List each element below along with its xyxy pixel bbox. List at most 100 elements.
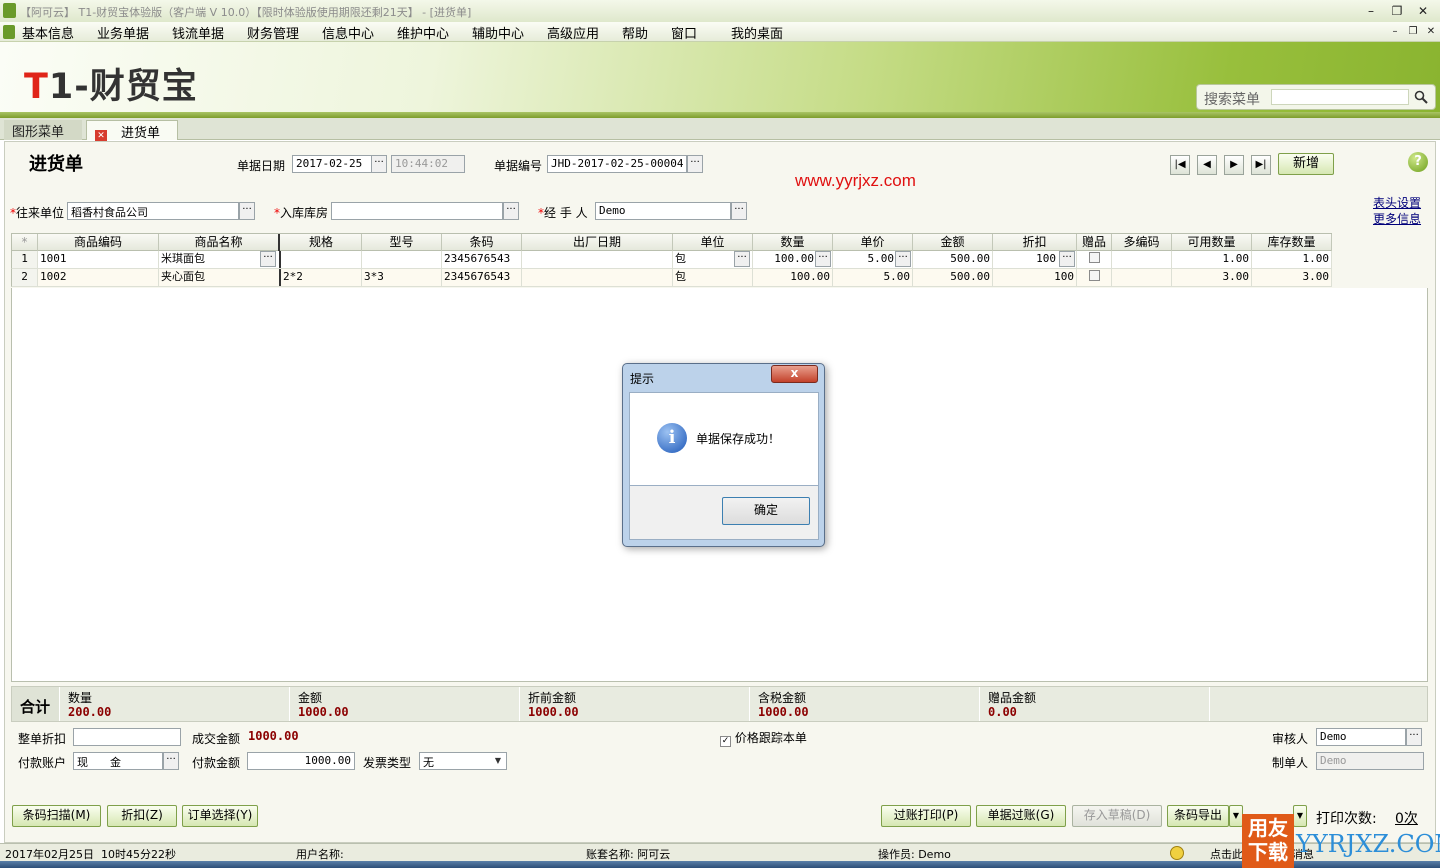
date-picker-button[interactable]: ··· <box>371 155 387 173</box>
cell-spec[interactable]: 2*2 <box>281 269 362 286</box>
date-field[interactable]: 2017-02-25 <box>292 155 372 173</box>
menu-cash-docs[interactable]: 钱流单据 <box>172 23 224 42</box>
cell-mfg-date[interactable] <box>522 251 673 268</box>
close-button[interactable]: ✕ <box>1414 3 1432 19</box>
cell-multi-code[interactable] <box>1112 251 1172 268</box>
cell-code[interactable]: 1001 <box>38 251 159 268</box>
ok-button[interactable]: 确定 <box>722 497 810 525</box>
col-header-multi-code[interactable]: 多编码 <box>1112 234 1172 252</box>
cell-model[interactable]: 3*3 <box>362 269 442 286</box>
gift-checkbox[interactable] <box>1088 270 1100 281</box>
tab-purchase[interactable]: ✕ 进货单 <box>86 120 178 142</box>
warehouse-picker-button[interactable]: ··· <box>503 202 519 220</box>
doc-no-button[interactable]: ··· <box>687 155 703 173</box>
menu-window[interactable]: 窗口 <box>671 23 697 42</box>
col-header-discount[interactable]: 折扣 <box>993 234 1077 252</box>
pay-account-field[interactable]: 现 金 <box>73 752 163 770</box>
col-header-model[interactable]: 型号 <box>362 234 442 252</box>
chevron-down-icon[interactable]: ▼ <box>490 753 506 769</box>
cell-model[interactable] <box>362 251 442 268</box>
col-header-gift[interactable]: 赠品 <box>1077 234 1112 252</box>
post-button[interactable]: 单据过账(G) <box>976 805 1066 827</box>
cell-mfg-date[interactable] <box>522 269 673 286</box>
handler-picker-button[interactable]: ··· <box>731 202 747 220</box>
col-header-price[interactable]: 单价 <box>833 234 913 252</box>
menu-business-docs[interactable]: 业务单据 <box>97 23 149 42</box>
header-settings-link[interactable]: 表头设置 <box>1373 194 1421 211</box>
cell-name-picker[interactable]: ··· <box>260 251 276 267</box>
cell-amount[interactable]: 500.00 <box>913 251 993 268</box>
reviewer-field[interactable]: Demo <box>1316 728 1406 746</box>
cell-qty-picker[interactable]: ··· <box>815 251 831 267</box>
print-dropdown[interactable]: ▼ <box>1293 805 1307 827</box>
partner-picker-button[interactable]: ··· <box>239 202 255 220</box>
handler-field[interactable]: Demo <box>595 202 731 220</box>
doc-no-field[interactable]: JHD-2017-02-25-00004 <box>547 155 687 173</box>
col-header-barcode[interactable]: 条码 <box>442 234 522 252</box>
next-record-button[interactable]: ▶ <box>1224 155 1244 175</box>
col-header-mfg-date[interactable]: 出厂日期 <box>522 234 673 252</box>
first-record-button[interactable]: |◀ <box>1170 155 1190 175</box>
cell-gift[interactable] <box>1077 251 1112 268</box>
cell-price-picker[interactable]: ··· <box>895 251 911 267</box>
mdi-minimize-button[interactable]: – <box>1386 24 1404 40</box>
price-track-checkbox[interactable]: ✓ <box>720 736 731 747</box>
help-icon[interactable]: ? <box>1408 152 1428 172</box>
barcode-scan-button[interactable]: 条码扫描(M) <box>12 805 101 827</box>
cell-barcode[interactable]: 2345676543 <box>442 251 522 268</box>
col-header-amount[interactable]: 金额 <box>913 234 993 252</box>
col-header-available[interactable]: 可用数量 <box>1172 234 1252 252</box>
warehouse-field[interactable] <box>331 202 503 220</box>
gift-checkbox[interactable] <box>1088 252 1100 263</box>
cell-discount-picker[interactable]: ··· <box>1059 251 1075 267</box>
menu-desktop[interactable]: 我的桌面 <box>731 23 783 42</box>
menu-assist[interactable]: 辅助中心 <box>472 23 524 42</box>
cell-discount[interactable]: 100 <box>993 269 1077 286</box>
table-row[interactable]: 1 1001 米琪面包 ··· 2345676543 包 ··· 100.00 … <box>11 251 1332 269</box>
cell-qty[interactable]: 100.00 <box>753 269 833 286</box>
search-icon[interactable] <box>1414 90 1428 104</box>
minimize-button[interactable]: – <box>1362 3 1380 19</box>
mdi-close-button[interactable]: ✕ <box>1422 24 1440 40</box>
menu-maintenance[interactable]: 维护中心 <box>397 23 449 42</box>
search-input[interactable] <box>1271 89 1409 105</box>
cell-gift[interactable] <box>1077 269 1112 286</box>
pay-amount-field[interactable]: 1000.00 <box>247 752 355 770</box>
menu-finance[interactable]: 财务管理 <box>247 23 299 42</box>
last-record-button[interactable]: ▶| <box>1251 155 1271 175</box>
prev-record-button[interactable]: ◀ <box>1197 155 1217 175</box>
col-header-name[interactable]: 商品名称 <box>159 234 280 252</box>
cell-multi-code[interactable] <box>1112 269 1172 286</box>
more-info-link[interactable]: 更多信息 <box>1373 210 1421 227</box>
mdi-restore-button[interactable]: ❐ <box>1404 24 1422 40</box>
cell-unit[interactable]: 包 <box>673 269 753 286</box>
menu-advanced[interactable]: 高级应用 <box>547 23 599 42</box>
cell-name[interactable]: 夹心面包 <box>159 269 281 286</box>
discount-button[interactable]: 折扣(Z) <box>107 805 177 827</box>
col-header-code[interactable]: 商品编码 <box>38 234 159 252</box>
col-header-unit[interactable]: 单位 <box>673 234 753 252</box>
cell-amount[interactable]: 500.00 <box>913 269 993 286</box>
barcode-export-button[interactable]: 条码导出 <box>1167 805 1229 827</box>
cell-code[interactable]: 1002 <box>38 269 159 286</box>
partner-field[interactable]: 稻香村食品公司 <box>67 202 239 220</box>
menu-basic-info[interactable]: 基本信息 <box>22 23 74 42</box>
pay-account-picker-button[interactable]: ··· <box>163 752 179 770</box>
menu-info-center[interactable]: 信息中心 <box>322 23 374 42</box>
cell-price[interactable]: 5.00 <box>833 269 913 286</box>
price-track-option[interactable]: ✓ 价格跟踪本单 <box>720 729 807 747</box>
col-header-spec[interactable]: 规格 <box>281 234 362 252</box>
dialog-close-button[interactable]: x <box>771 365 818 383</box>
post-print-button[interactable]: 过账打印(P) <box>881 805 971 827</box>
maximize-button[interactable]: ❐ <box>1388 3 1406 19</box>
smiley-icon[interactable] <box>1170 846 1184 860</box>
col-header-stock[interactable]: 库存数量 <box>1252 234 1332 252</box>
col-header-qty[interactable]: 数量 <box>753 234 833 252</box>
whole-discount-field[interactable] <box>73 728 181 746</box>
tab-graphic-menu[interactable]: 图形菜单 <box>4 120 82 140</box>
reviewer-picker-button[interactable]: ··· <box>1406 728 1422 746</box>
order-select-button[interactable]: 订单选择(Y) <box>182 805 258 827</box>
table-row[interactable]: 2 1002 夹心面包 2*2 3*3 2345676543 包 100.00 … <box>11 269 1332 287</box>
menu-help[interactable]: 帮助 <box>622 23 648 42</box>
cell-spec[interactable] <box>281 251 362 268</box>
